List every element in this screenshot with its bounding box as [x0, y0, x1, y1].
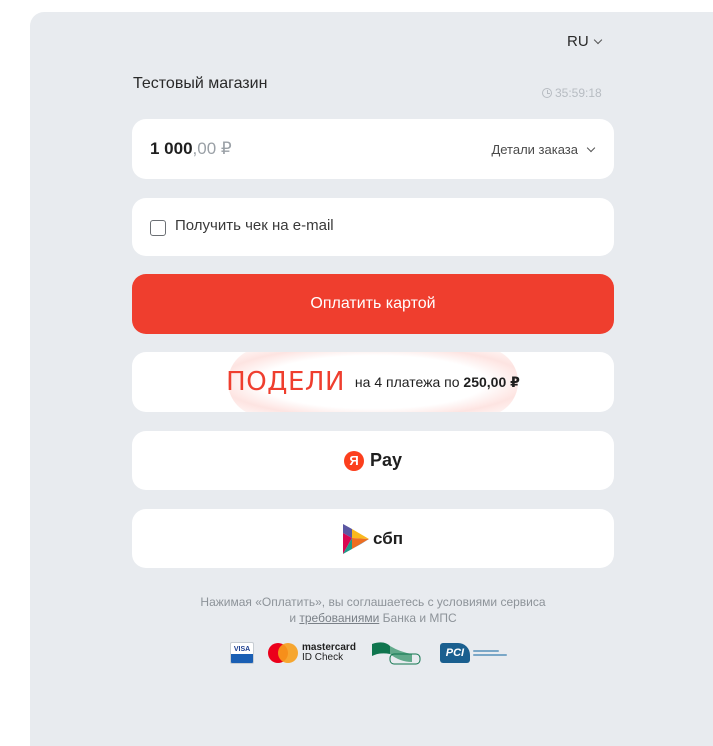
- order-amount: 1 000,00 ₽: [150, 139, 232, 159]
- terms-line-2: и требованиями Банка и МПС: [132, 610, 614, 626]
- sbp-button[interactable]: сбп: [132, 509, 614, 568]
- podeli-button[interactable]: ПОДЕЛИ на 4 платежа по 250,00 ₽: [132, 352, 614, 412]
- email-receipt-label[interactable]: Получить чек на e-mail: [175, 217, 334, 234]
- amount-decimal: ,00 ₽: [192, 139, 232, 158]
- yandex-pay-button[interactable]: Я Pay: [132, 431, 614, 490]
- language-selector[interactable]: RU: [567, 33, 602, 50]
- order-details-toggle[interactable]: Детали заказа: [491, 142, 596, 157]
- pci-badge: PCI: [439, 643, 470, 663]
- terms-requirements-link[interactable]: требованиями: [299, 611, 379, 625]
- terms-pre: и: [289, 611, 300, 625]
- chevron-down-icon: [593, 35, 602, 44]
- sbp-logo-icon: [343, 523, 369, 554]
- yandex-logo-icon: Я: [343, 450, 364, 471]
- pci-dss-logo: PCI: [439, 643, 507, 663]
- pay-by-card-button[interactable]: Оплатить картой: [132, 274, 614, 334]
- pay-by-card-label: Оплатить картой: [310, 295, 436, 312]
- terms-text: Нажимая «Оплатить», вы соглашаетесь с ус…: [132, 594, 614, 626]
- clock-icon: [542, 88, 552, 98]
- sbp-label: сбп: [373, 528, 403, 548]
- terms-line-1: Нажимая «Оплатить», вы соглашаетесь с ус…: [200, 595, 546, 609]
- yandex-pay-label: Pay: [369, 450, 403, 470]
- shop-name: Тестовый магазин: [133, 75, 268, 92]
- visa-text: VISA: [233, 646, 251, 653]
- timer-value: 35:59:18: [555, 86, 602, 100]
- terms-post: Банка и МПС: [379, 611, 457, 625]
- visa-secure-logo: VISA: [230, 642, 254, 664]
- podeli-logo: ПОДЕЛИ: [226, 367, 345, 397]
- mir-accept-logo: [371, 642, 421, 665]
- order-details-label: Детали заказа: [491, 142, 578, 157]
- mastercard-id-check-logo: mastercard ID Check: [268, 643, 356, 663]
- session-timer: 35:59:18: [542, 86, 602, 100]
- email-receipt-card[interactable]: Получить чек на e-mail: [132, 198, 614, 256]
- chevron-down-icon: [586, 143, 596, 152]
- email-receipt-checkbox[interactable]: [150, 220, 166, 236]
- podeli-offer: на 4 платежа по 250,00 ₽: [355, 374, 520, 391]
- language-label: RU: [567, 33, 589, 50]
- podeli-offer-prefix: на 4 платежа по: [354, 373, 460, 390]
- podeli-offer-amount: 250,00 ₽: [463, 373, 520, 390]
- mastercard-id-check: ID Check: [302, 652, 344, 663]
- amount-integer: 1 000: [150, 139, 193, 158]
- security-logos: VISA mastercard ID Check PCI: [230, 640, 507, 666]
- order-amount-card: 1 000,00 ₽ Детали заказа: [132, 119, 614, 179]
- mastercard-circles-icon: [268, 643, 298, 663]
